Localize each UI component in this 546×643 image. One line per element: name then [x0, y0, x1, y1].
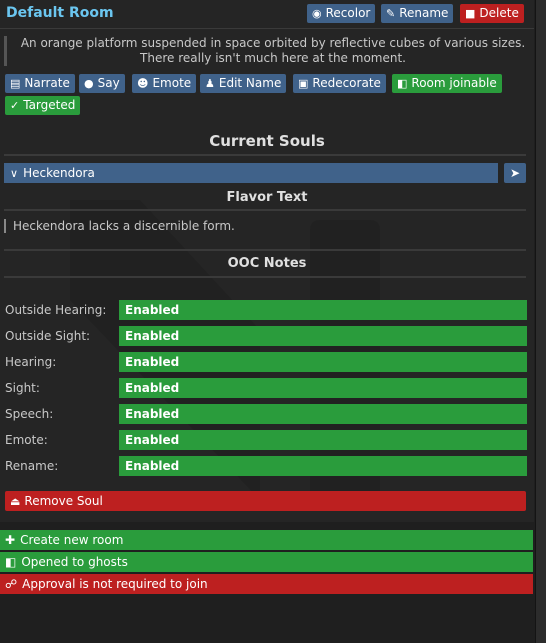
trash-icon: ■: [465, 7, 476, 20]
hearing-label: Hearing:: [5, 355, 57, 369]
targeted-button[interactable]: ✓ Targeted: [5, 96, 81, 115]
remove-soul-button[interactable]: ⏏ Remove Soul: [5, 491, 526, 511]
soul-name: Heckendora: [23, 166, 95, 180]
say-button[interactable]: ● Say: [79, 74, 125, 93]
narrate-button[interactable]: ▤ Narrate: [5, 74, 75, 93]
divider: [4, 209, 526, 211]
door-open-icon: ◧: [397, 77, 408, 90]
ooc-notes-heading: OOC Notes: [227, 256, 307, 271]
room-description: An orange platform suspended in space or…: [4, 36, 533, 66]
send-message-button[interactable]: ➤: [504, 163, 526, 183]
scroll-icon: ▤: [10, 77, 21, 90]
edit-name-button[interactable]: ♟ Edit Name: [200, 74, 287, 93]
divider: [4, 154, 526, 156]
outside-hearing-toggle[interactable]: Enabled: [119, 300, 527, 320]
speech-toggle[interactable]: Enabled: [119, 404, 527, 424]
divider: [4, 276, 526, 278]
sight-label: Sight:: [5, 381, 40, 395]
rename-label: Rename:: [5, 459, 59, 473]
chevron-down-icon: ∨: [10, 167, 19, 180]
speech-bubble-icon: ●: [84, 77, 94, 90]
rename-button[interactable]: ✎ Rename: [381, 4, 454, 23]
outside-sight-toggle[interactable]: Enabled: [119, 326, 527, 346]
rename-toggle[interactable]: Enabled: [119, 456, 527, 476]
emote-toggle[interactable]: Enabled: [119, 430, 527, 450]
smile-icon: ☻: [137, 77, 149, 90]
emote-button[interactable]: ☻ Emote: [132, 74, 197, 93]
outside-hearing-label: Outside Hearing:: [5, 303, 107, 317]
room-title: Default Room: [6, 5, 114, 21]
book-icon: ▣: [298, 77, 309, 90]
room-panel: Default Room ◉ Recolor ✎ Rename ■ Delete An…: [0, 0, 534, 522]
redecorate-button[interactable]: ▣ Redecorate: [293, 74, 386, 93]
approval-toggle-button[interactable]: ☍ Approval is not required to join: [0, 574, 533, 594]
unlock-icon: ☍: [5, 577, 18, 591]
create-room-button[interactable]: ✚ Create new room: [0, 530, 533, 550]
outside-sight-label: Outside Sight:: [5, 329, 91, 343]
paper-plane-icon: ➤: [509, 166, 521, 180]
divider: [4, 249, 526, 251]
room-joinable-button[interactable]: ◧ Room joinable: [392, 74, 502, 93]
recolor-button[interactable]: ◉ Recolor: [307, 4, 376, 23]
flavor-text: Heckendora lacks a discernible form.: [4, 219, 513, 233]
window-edge: [535, 0, 546, 643]
door-open-icon: ◧: [5, 555, 17, 569]
plus-icon: ✚: [5, 533, 16, 547]
open-to-ghosts-button[interactable]: ◧ Opened to ghosts: [0, 552, 533, 572]
title-bar: Default Room ◉ Recolor ✎ Rename ■ Delete: [0, 0, 534, 29]
watermark-logo: [70, 200, 380, 500]
current-souls-heading: Current Souls: [209, 132, 325, 150]
eject-icon: ⏏: [10, 495, 21, 508]
pencil-icon: ✎: [386, 7, 396, 20]
palette-icon: ◉: [312, 7, 322, 20]
soul-collapsible-heckendora[interactable]: ∨ Heckendora: [4, 163, 498, 183]
emote-label: Emote:: [5, 433, 48, 447]
user-edit-icon: ♟: [205, 77, 215, 90]
sight-toggle[interactable]: Enabled: [119, 378, 527, 398]
hearing-toggle[interactable]: Enabled: [119, 352, 527, 372]
delete-button[interactable]: ■ Delete: [460, 4, 524, 23]
flavor-text-heading: Flavor Text: [226, 190, 308, 205]
check-icon: ✓: [10, 99, 20, 112]
speech-label: Speech:: [5, 407, 54, 421]
